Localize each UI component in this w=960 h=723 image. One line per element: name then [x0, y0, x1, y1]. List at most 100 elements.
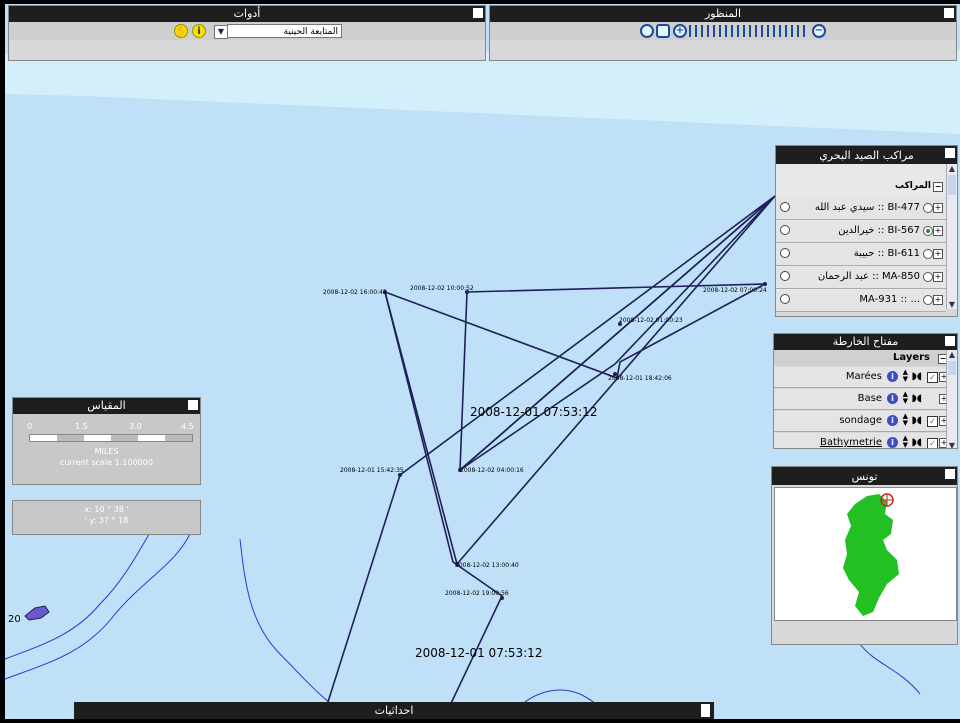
expand-icon[interactable]: +	[933, 203, 943, 213]
fleet-scrollbar[interactable]: ▲ ▼	[946, 164, 957, 309]
maximize-icon[interactable]	[945, 148, 955, 158]
maximize-icon[interactable]	[701, 704, 710, 717]
overview-panel: تونس	[771, 466, 958, 645]
expand-icon[interactable]: −	[933, 182, 943, 192]
coord-y: ' y: 37 ° 18	[84, 516, 129, 525]
scale-bar	[29, 434, 193, 442]
expand-icon[interactable]: +	[933, 226, 943, 236]
scale-tick: 0	[27, 422, 33, 431]
panel-title-text: أدوات	[233, 7, 261, 20]
legend-panel-title: مفتاح الخارطة	[774, 334, 957, 350]
zoom-in-icon[interactable]: +	[673, 24, 687, 38]
scale-panel: المقياس 0 1.5 3.0 4.5 MILES current scal…	[12, 397, 201, 485]
track-label: 2008-12-02 04:00:16	[460, 467, 524, 474]
layer-row[interactable]: Base i ▲ ▼ ◗◖ +	[774, 389, 952, 410]
zoom-slider[interactable]	[689, 25, 809, 37]
info-icon[interactable]: i	[887, 415, 898, 426]
scroll-down-icon[interactable]: ▼	[947, 300, 957, 309]
panel-title-text: مراكب الصيد البحري	[819, 149, 914, 162]
layer-name: Marées	[845, 371, 882, 382]
ordering-arrows-icon[interactable]: ▲ ▼	[903, 391, 908, 405]
expand-icon[interactable]: +	[933, 272, 943, 282]
layer-row[interactable]: sondage i ▲ ▼ ◗◖ ✓ +	[774, 411, 952, 432]
expand-icon[interactable]: +	[933, 295, 943, 305]
info-icon[interactable]: i	[887, 437, 898, 448]
maximize-icon[interactable]	[945, 469, 955, 479]
track-label: 2008-12-01 15:42:35	[340, 467, 404, 474]
layer-checkbox[interactable]: ✓	[927, 372, 938, 383]
boat-label: خيرالدين :: BI-567	[838, 225, 920, 236]
track-label: 2008-12-02 19:00:56	[445, 590, 509, 597]
locate-icon[interactable]	[780, 225, 790, 235]
map-timestamp-label: 2008-12-01 07:53:12	[415, 646, 542, 660]
scroll-up-icon[interactable]: ▲	[947, 350, 957, 359]
boat-row[interactable]: + عبد الرحمان :: MA-850	[776, 267, 946, 289]
locate-icon[interactable]	[780, 294, 790, 304]
pan-hand-icon[interactable]: ✋	[174, 24, 188, 38]
ordering-arrows-icon[interactable]: ▲ ▼	[903, 369, 908, 383]
ordering-arrows-icon[interactable]: ▲ ▼	[903, 413, 908, 427]
track-label: 2008-12-02 10:00:52	[410, 285, 474, 292]
scroll-thumb[interactable]	[948, 361, 956, 375]
scroll-down-icon[interactable]: ▼	[947, 441, 957, 448]
locate-icon[interactable]	[780, 271, 790, 281]
coords-panel: x: 10 ° 38 ' ' y: 37 ° 18	[12, 500, 201, 535]
scale-tick: 3.0	[129, 422, 142, 431]
panel-title-text: تونس	[851, 470, 878, 483]
app-frame: 20 2008-12-02 16:00:45 2008-12-02 10:00:…	[0, 0, 960, 723]
scroll-up-icon[interactable]: ▲	[947, 164, 957, 173]
zoom-full-icon[interactable]	[640, 24, 654, 38]
info-icon[interactable]: i	[887, 393, 898, 404]
track-label: 2008-12-02 13:00:40	[455, 562, 519, 569]
fleet-panel-title: مراكب الصيد البحري	[776, 146, 957, 164]
maximize-icon[interactable]	[473, 8, 483, 18]
zoom-out-icon[interactable]: −	[812, 24, 826, 38]
fleet-list: − المراكب + سيدي عبد الله :: BI-477 + خي…	[776, 164, 947, 312]
boat-radio[interactable]	[923, 203, 933, 213]
overview-map[interactable]	[774, 487, 957, 621]
maximize-icon[interactable]	[188, 400, 198, 410]
visibility-icon[interactable]: ◗◖	[911, 393, 922, 404]
boat-row[interactable]: + سيدي عبد الله :: BI-477	[776, 198, 946, 220]
fleet-group-row[interactable]: − المراكب	[776, 178, 947, 196]
coordinates-bar: احداثيات	[74, 702, 714, 719]
chevron-down-icon[interactable]: ▼	[214, 25, 228, 39]
expand-icon[interactable]: +	[933, 249, 943, 259]
layer-checkbox[interactable]: ✓	[927, 416, 938, 427]
ordering-arrows-icon[interactable]: ▲ ▼	[903, 435, 908, 449]
layers-header: Layers −	[774, 350, 952, 366]
visibility-icon[interactable]: ◗◖	[911, 415, 922, 426]
maximize-icon[interactable]	[945, 336, 955, 346]
visibility-icon[interactable]: ◗◖	[911, 437, 922, 448]
boat-radio[interactable]	[923, 272, 933, 282]
layer-checkbox[interactable]: ✓	[927, 438, 938, 448]
vessel-track	[326, 195, 776, 717]
legend-panel: مفتاح الخارطة Layers − Marées i ▲ ▼ ◗◖ ✓ …	[773, 333, 958, 449]
zoom-box-icon[interactable]	[656, 24, 670, 38]
layer-row[interactable]: Bathymetrie i ▲ ▼ ◗◖ ✓ +	[774, 433, 952, 449]
boat-radio[interactable]	[923, 249, 933, 259]
boat-radio[interactable]	[923, 295, 933, 305]
panel-title-text: المنظور	[704, 7, 742, 20]
boat-row[interactable]: + حبيبة :: BI-611	[776, 244, 946, 266]
track-label: 2008-12-02 07:00:24	[703, 287, 767, 294]
info-icon[interactable]: i	[887, 371, 898, 382]
info-icon[interactable]: i	[192, 24, 206, 38]
boat-row[interactable]: + MA-931 :: ...	[776, 290, 946, 312]
panel-title-text: مفتاح الخارطة	[832, 335, 899, 348]
boat-radio[interactable]	[923, 226, 933, 236]
legend-scrollbar[interactable]: ▲ ▼	[946, 350, 957, 448]
locate-icon[interactable]	[780, 248, 790, 258]
scroll-thumb[interactable]	[948, 175, 956, 195]
boat-row[interactable]: + خيرالدين :: BI-567	[776, 221, 946, 243]
maximize-icon[interactable]	[944, 8, 954, 18]
tracking-mode-select[interactable]: المتابعة الحينية	[227, 24, 342, 38]
boat-label: سيدي عبد الله :: BI-477	[814, 202, 920, 213]
layer-name: sondage	[839, 415, 882, 426]
scale-panel-title: المقياس	[13, 398, 200, 414]
locate-icon[interactable]	[780, 202, 790, 212]
scale-unit: MILES	[94, 447, 119, 456]
layer-row[interactable]: Marées i ▲ ▼ ◗◖ ✓ +	[774, 367, 952, 388]
visibility-icon[interactable]: ◗◖	[911, 371, 922, 382]
panel-title-text: المقياس	[87, 399, 126, 412]
